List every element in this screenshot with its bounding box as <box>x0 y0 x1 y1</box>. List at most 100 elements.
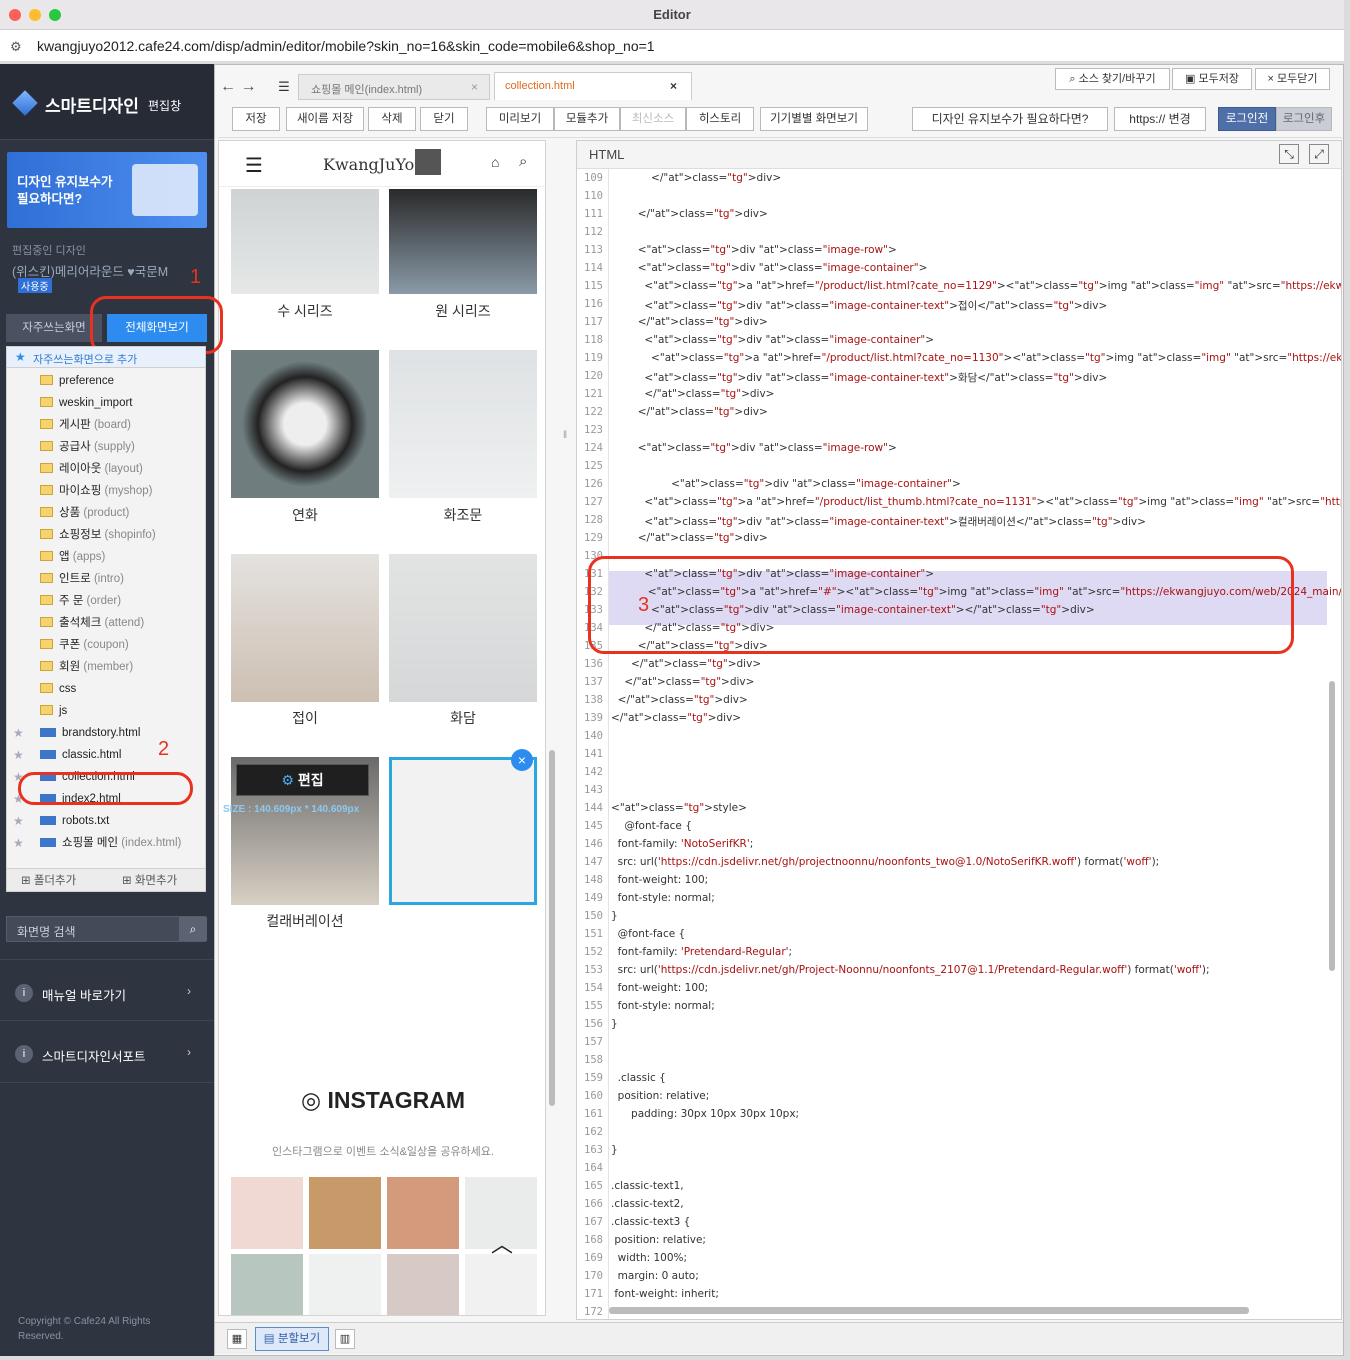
instagram-thumb[interactable] <box>387 1177 459 1249</box>
close-icon[interactable]: × <box>670 79 677 93</box>
tree-file[interactable]: ★ 쇼핑몰 메인 (index.html) <box>13 833 181 853</box>
grid-view-icon[interactable]: ▦ <box>227 1329 247 1349</box>
code-line[interactable]: width: 100%; <box>611 1252 687 1264</box>
tree-folder[interactable]: 인트로 (intro) <box>40 569 124 589</box>
code-line[interactable]: </"at">class="tg">div> <box>611 532 768 544</box>
shop-logo[interactable]: KwangJuYo <box>323 155 414 174</box>
code-line[interactable]: .classic-text1, <box>611 1180 684 1192</box>
instagram-thumb[interactable] <box>309 1254 381 1315</box>
favorite-star-icon[interactable]: ★ <box>13 811 24 831</box>
tree-folder[interactable]: 앱 (apps) <box>40 547 105 567</box>
code-line[interactable]: font-family: 'NotoSerifKR'; <box>611 838 754 850</box>
close-icon[interactable]: × <box>511 749 533 771</box>
code-line[interactable]: @font-face { <box>611 928 686 940</box>
code-line[interactable]: font-family: 'Pretendard-Regular'; <box>611 946 792 958</box>
product-image[interactable] <box>389 350 537 498</box>
code-line[interactable]: margin: 0 auto; <box>611 1270 699 1282</box>
code-line[interactable]: </"at">class="tg">div> <box>611 316 768 328</box>
code-line[interactable]: font-weight: 100; <box>611 982 709 994</box>
code-line[interactable]: </"at">class="tg">div> <box>611 406 768 418</box>
code-line[interactable]: .classic-text3 { <box>611 1216 690 1228</box>
add-module-button[interactable]: 모듈추가 <box>554 107 620 131</box>
url-text[interactable]: kwangjuyo2012.cafe24.com/disp/admin/edit… <box>37 38 655 54</box>
code-hscrollbar[interactable] <box>609 1307 1249 1314</box>
code-line[interactable]: position: relative; <box>611 1234 706 1246</box>
code-line[interactable]: </"at">class="tg">div> <box>611 694 748 706</box>
tree-folder[interactable]: 쇼핑정보 (shopinfo) <box>40 525 156 545</box>
code-line[interactable]: font-weight: inherit; <box>611 1288 719 1300</box>
tree-folder[interactable]: css <box>40 679 76 699</box>
tree-folder[interactable]: 회원 (member) <box>40 657 133 677</box>
instagram-thumb[interactable] <box>387 1254 459 1315</box>
code-line[interactable]: src: url('https://cdn.jsdelivr.net/gh/Pr… <box>611 964 1210 976</box>
tab-index[interactable]: 쇼핑몰 메인(index.html) × <box>298 74 490 100</box>
code-line[interactable]: </"at">class="tg">div> <box>611 676 754 688</box>
add-favorite-row[interactable]: ★ 자주쓰는화면으로 추가 <box>6 346 206 368</box>
product-image[interactable] <box>231 554 379 702</box>
tree-folder[interactable]: 게시판 (board) <box>40 415 131 435</box>
code-line[interactable]: <"at">class="tg">a "at">href="/product/l… <box>611 280 1341 292</box>
product-image[interactable] <box>231 189 379 294</box>
tab-list-icon[interactable]: ☰ <box>272 76 296 98</box>
tree-folder[interactable]: weskin_import <box>40 393 133 413</box>
code-line[interactable]: position: relative; <box>611 1090 710 1102</box>
split-view-button[interactable]: ▤ 분할보기 <box>255 1327 329 1351</box>
product-image[interactable] <box>231 350 379 498</box>
code-editor[interactable]: HTML ⤡ ⤢ 109 110 111 112 113 114 115 116 117 118 1… <box>576 140 1342 1320</box>
tree-folder[interactable]: 레이아웃 (layout) <box>40 459 143 479</box>
address-bar[interactable]: ⚙ kwangjuyo2012.cafe24.com/disp/admin/ed… <box>0 30 1344 62</box>
save-as-button[interactable]: 새이름 저장 <box>286 107 364 131</box>
delete-button[interactable]: 삭제 <box>368 107 416 131</box>
code-line[interactable]: </"at">class="tg">div> <box>611 172 781 184</box>
code-line[interactable]: <"at">class="tg">div "at">class="image-r… <box>611 244 897 256</box>
close-all-button[interactable]: × 모두닫기 <box>1255 68 1330 90</box>
selected-empty-image[interactable] <box>389 757 537 905</box>
code-line[interactable]: </"at">class="tg">div> <box>611 208 768 220</box>
https-change-button[interactable]: https:// 변경 <box>1114 107 1206 131</box>
code-line[interactable]: <"at">class="tg">style> <box>611 802 747 814</box>
tree-folder[interactable]: 주 문 (order) <box>40 591 121 611</box>
tree-file[interactable]: ★ robots.txt <box>13 811 109 831</box>
preview-scrollbar[interactable] <box>549 750 555 1106</box>
tab-favorites[interactable]: 자주쓰는화면 <box>6 314 102 342</box>
code-line[interactable]: </"at">class="tg">div> <box>611 388 774 400</box>
screen-search[interactable]: 화면명 검색 ⌕ <box>6 916 207 942</box>
save-button[interactable]: 저장 <box>232 107 280 131</box>
code-scrollbar[interactable] <box>1329 681 1335 971</box>
product-image[interactable] <box>389 554 537 702</box>
code-line[interactable]: } <box>611 910 618 922</box>
tab-collection[interactable]: collection.html × <box>494 72 692 100</box>
search-icon[interactable]: ⌕ <box>519 153 527 170</box>
tree-folder[interactable]: preference <box>40 371 114 391</box>
code-line[interactable]: font-weight: 100; <box>611 874 709 886</box>
add-folder-button[interactable]: ⊞ 폴더추가 <box>21 872 76 888</box>
code-view-icon[interactable]: ▥ <box>335 1329 355 1349</box>
code-line[interactable]: @font-face { <box>611 820 692 832</box>
instagram-thumb[interactable] <box>309 1177 381 1249</box>
tree-file[interactable]: ★ brandstory.html <box>13 723 140 743</box>
code-line[interactable]: <"at">class="tg">a "at">href="/product/l… <box>611 496 1341 508</box>
device-view-button[interactable]: 기기별별 화면보기 <box>760 107 868 131</box>
code-line[interactable]: </"at">class="tg">div> <box>611 712 741 724</box>
product-image[interactable] <box>389 189 537 294</box>
favorite-star-icon[interactable]: ★ <box>13 833 24 853</box>
code-line[interactable]: font-style: normal; <box>611 1000 715 1012</box>
tree-folder[interactable]: 상품 (product) <box>40 503 129 523</box>
collapse-icon[interactable]: ⤡ <box>1279 144 1299 164</box>
manual-link[interactable]: i 매뉴얼 바로가기 › <box>15 982 205 1003</box>
add-favorite-link[interactable]: 자주쓰는화면으로 추가 <box>33 351 137 367</box>
site-settings-icon[interactable]: ⚙ <box>10 39 22 55</box>
search-icon[interactable]: ⌕ <box>179 917 207 941</box>
tree-folder[interactable]: 쿠폰 (coupon) <box>40 635 129 655</box>
expand-icon[interactable]: ⤢ <box>1309 144 1329 164</box>
login-after-toggle[interactable]: 로그인후 <box>1276 107 1332 131</box>
code-line[interactable]: } <box>611 1018 618 1030</box>
favorite-star-icon[interactable]: ★ <box>13 723 24 743</box>
maintenance-button[interactable]: 디자인 유지보수가 필요하다면? <box>912 107 1108 131</box>
login-before-toggle[interactable]: 로그인전 <box>1218 107 1276 131</box>
menu-icon[interactable]: ☰ <box>245 153 263 178</box>
code-line[interactable]: <"at">class="tg">div "at">class="image-c… <box>611 478 961 490</box>
code-line[interactable]: .classic { <box>611 1072 666 1084</box>
preview-button[interactable]: 미리보기 <box>486 107 554 131</box>
favorite-star-icon[interactable]: ★ <box>13 745 24 765</box>
